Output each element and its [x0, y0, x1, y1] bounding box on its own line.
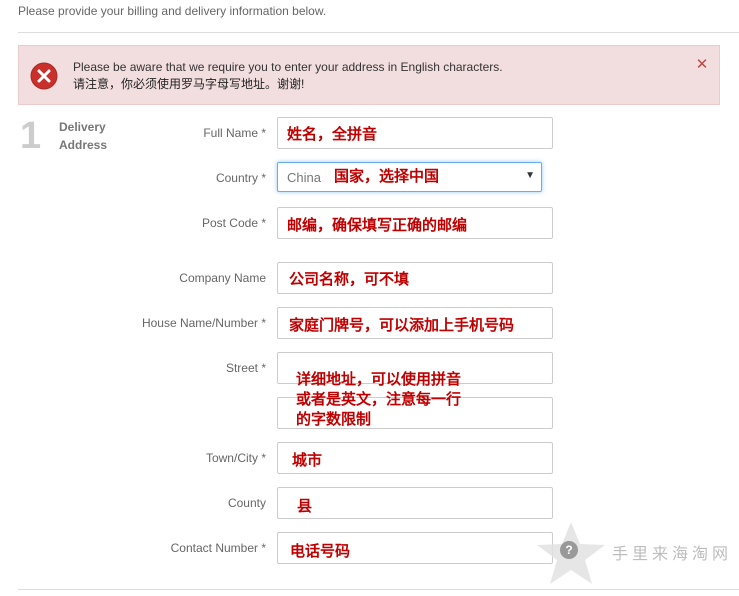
divider-top: [18, 32, 739, 33]
house-name-note: 家庭门牌号，可以添加上手机号码: [289, 316, 515, 334]
street-label: Street *: [225, 361, 266, 375]
alert-message: Please be aware that we require you to e…: [73, 59, 503, 93]
country-note: 国家，选择中国: [334, 167, 440, 185]
post-code-label: Post Code *: [201, 216, 266, 230]
step-number: 1: [20, 115, 42, 157]
company-name-label: Company Name: [179, 271, 266, 285]
contact-number-label: Contact Number *: [170, 541, 266, 555]
close-icon[interactable]: ✕: [695, 57, 709, 72]
company-name-note: 公司名称，可不填: [289, 270, 410, 288]
divider-bottom: [18, 589, 739, 590]
intro-text: Please provide your billing and delivery…: [18, 4, 327, 18]
alert-line-en: Please be aware that we require you to e…: [73, 60, 503, 74]
country-label: Country *: [215, 171, 266, 185]
house-name-label: House Name/Number *: [141, 316, 266, 330]
alert-line-zh: 请注意，你必须使用罗马字母写地址。谢谢!: [73, 77, 305, 91]
town-city-label: Town/City *: [205, 451, 266, 465]
street-note: 详细地址，可以使用拼音或者是英文，注意每一行的字数限制: [296, 370, 462, 428]
watermark: ? 手里来海淘网: [535, 520, 739, 586]
step-label-line1: Delivery: [59, 120, 106, 134]
full-name-label: Full Name *: [203, 126, 266, 140]
help-badge-icon: ?: [560, 541, 578, 559]
step-label: Delivery Address: [59, 118, 139, 154]
dropdown-arrow-icon: ▼: [525, 170, 535, 181]
county-input[interactable]: [277, 487, 553, 519]
contact-number-note: 电话号码: [290, 542, 351, 560]
watermark-text: 手里来海淘网: [612, 544, 733, 563]
full-name-note: 姓名，全拼音: [287, 125, 378, 143]
town-city-note: 城市: [292, 451, 323, 469]
error-icon: [30, 62, 58, 90]
county-note: 县: [297, 497, 313, 515]
address-alert: Please be aware that we require you to e…: [18, 45, 720, 105]
step-label-line2: Address: [59, 138, 108, 152]
post-code-note: 邮编，确保填写正确的邮编: [287, 216, 468, 234]
country-selected-value: China: [287, 170, 321, 185]
county-label: County: [227, 496, 266, 510]
